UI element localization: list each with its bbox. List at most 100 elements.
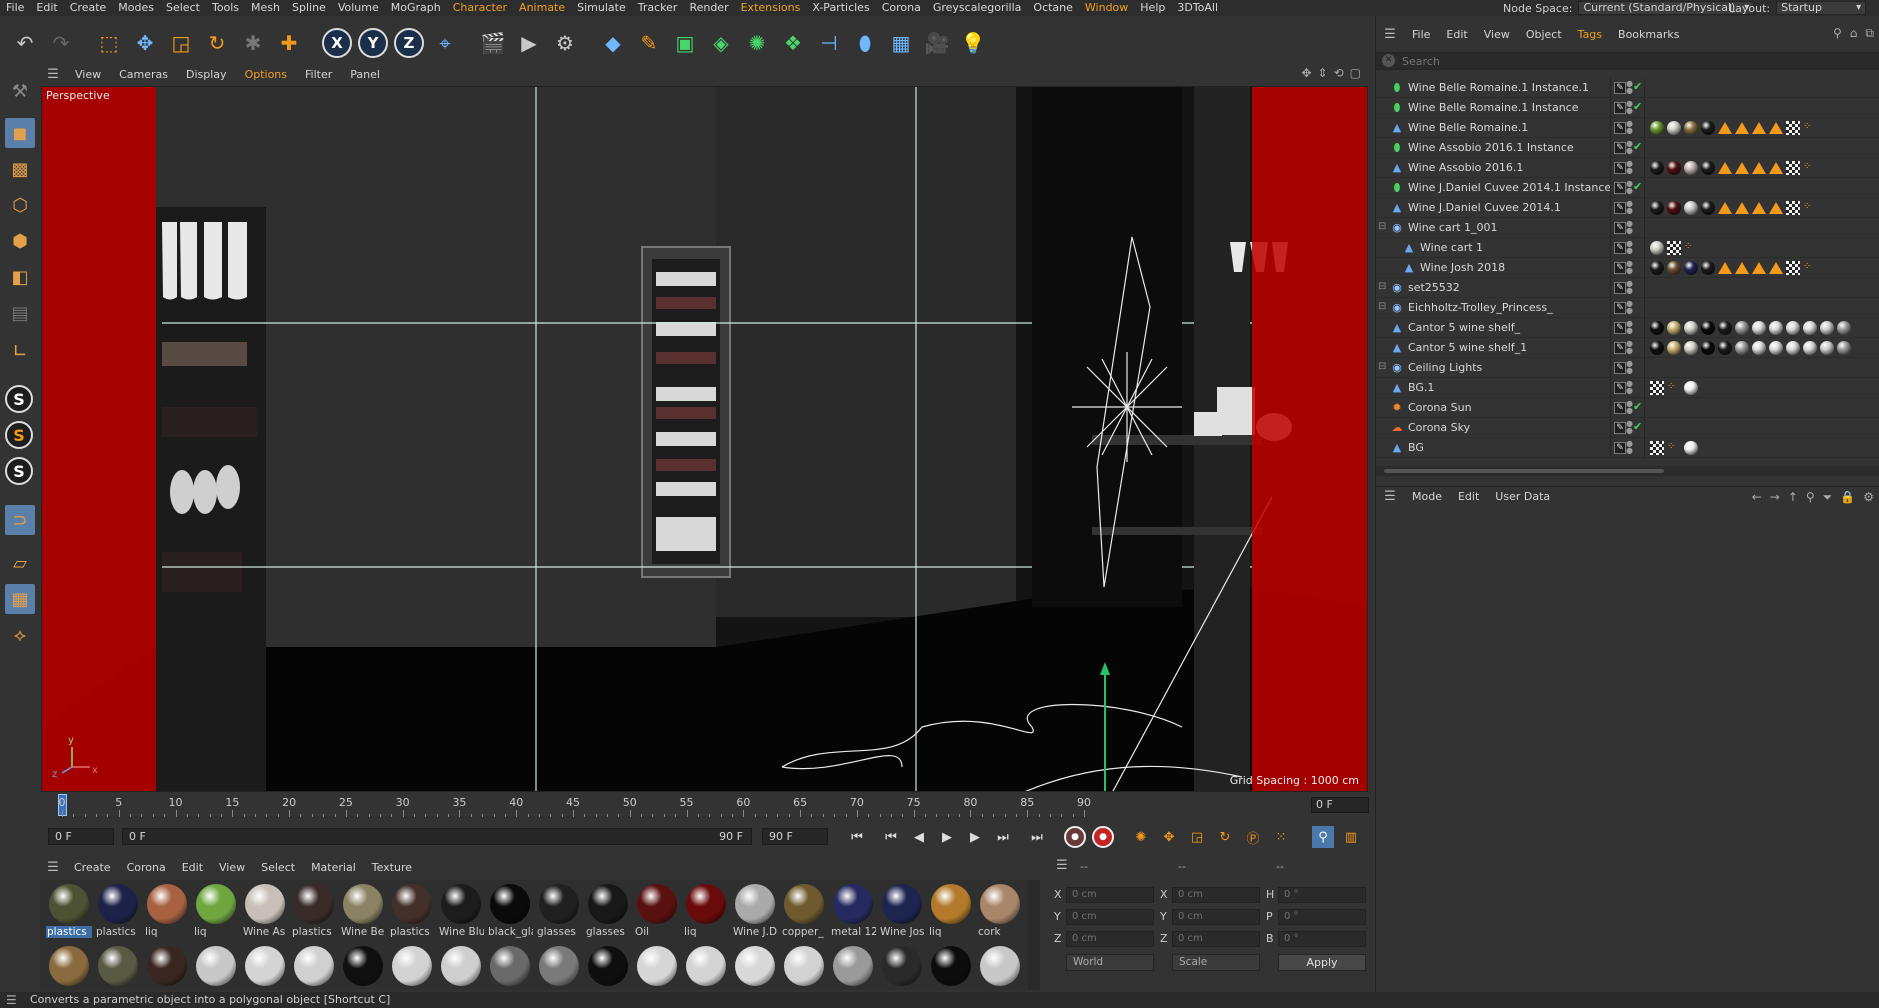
material-scrollbar[interactable] [1028, 880, 1040, 990]
grid-icon[interactable]: ▦ [5, 584, 35, 614]
menu-mesh[interactable]: Mesh [245, 0, 286, 16]
object-row[interactable]: ⊟ ◉ Eichholtz-Trolley_Princess_ ✎ ● ● [1376, 298, 1879, 318]
material-swatch[interactable]: metal 12 [830, 882, 876, 942]
record-icon[interactable]: ● [1064, 826, 1086, 848]
material-tag-icon[interactable] [1718, 341, 1732, 355]
visibility-dots-icon[interactable]: ● ● [1626, 300, 1633, 316]
enabled-check-icon[interactable]: ✔ [1633, 80, 1642, 93]
phong-tag-icon[interactable] [1718, 262, 1732, 274]
goto-end-icon[interactable]: ⏭ [1026, 826, 1048, 848]
editable-toggle-icon[interactable]: ✎ [1614, 302, 1626, 314]
goto-start-icon[interactable]: ⏮ [846, 826, 868, 848]
rot-b-field[interactable]: 0 ° [1278, 931, 1366, 947]
visibility-dots-icon[interactable]: ● ● [1626, 440, 1633, 456]
visibility-dots-icon[interactable]: ● ● [1626, 280, 1633, 296]
prev-key-icon[interactable]: ⏮ [880, 826, 902, 848]
material-tag-icon[interactable] [1684, 341, 1698, 355]
spline-mask-icon[interactable]: ⬮ [850, 28, 880, 58]
object-name[interactable]: Wine Belle Romaine.1 Instance [1408, 101, 1579, 114]
material-tag-icon[interactable] [1650, 201, 1664, 215]
expand-collapse-icon[interactable]: ⊟ [1378, 301, 1386, 312]
coordinates-menu-icon[interactable]: ☰ [1056, 858, 1068, 873]
editable-toggle-icon[interactable]: ✎ [1614, 162, 1626, 174]
world-select[interactable]: World [1066, 954, 1154, 971]
visibility-dots-icon[interactable]: ● ● [1626, 240, 1633, 256]
material-tag-icon[interactable] [1667, 341, 1681, 355]
phong-tag-icon[interactable] [1718, 202, 1732, 214]
editable-toggle-icon[interactable]: ✎ [1614, 442, 1626, 454]
object-name[interactable]: set25532 [1408, 281, 1460, 294]
enabled-check-icon[interactable]: ✔ [1633, 100, 1642, 113]
pos-z-field[interactable]: 0 cm [1066, 931, 1154, 947]
phong-tag-icon[interactable] [1735, 262, 1749, 274]
object-row[interactable]: ⬮ Wine J.Daniel Cuvee 2014.1 Instance ✎ ● ● ✔ [1376, 178, 1879, 198]
material-tag-icon[interactable] [1786, 341, 1800, 355]
texture-tag-icon[interactable] [1667, 241, 1681, 255]
editable-toggle-icon[interactable]: ✎ [1614, 202, 1626, 214]
attribute-manager-menu-icon[interactable]: ☰ [1376, 489, 1404, 504]
settings-icon[interactable]: ⚙ [1863, 490, 1874, 505]
om-menu-view[interactable]: View [1476, 28, 1518, 41]
visibility-dots-icon[interactable]: ● ● [1626, 140, 1633, 156]
om-menu-object[interactable]: Object [1518, 28, 1570, 41]
material-tag-icon[interactable] [1650, 121, 1664, 135]
object-name[interactable]: Wine Josh 2018 [1420, 261, 1505, 274]
key-rotation-icon[interactable]: ↻ [1214, 826, 1236, 848]
am-menu-mode[interactable]: Mode [1404, 490, 1450, 503]
visibility-dots-icon[interactable]: ● ● [1626, 220, 1633, 236]
model-mode-icon[interactable]: ◼ [5, 118, 35, 148]
extrude-icon[interactable]: ◈ [706, 28, 736, 58]
object-row[interactable]: ⊟ ◉ Ceiling Lights ✎ ● ● [1376, 358, 1879, 378]
expand-collapse-icon[interactable]: ⊟ [1378, 361, 1386, 372]
editable-toggle-icon[interactable]: ✎ [1614, 262, 1626, 274]
material-swatch[interactable]: cork [977, 882, 1023, 942]
mat-menu-edit[interactable]: Edit [174, 861, 211, 874]
material-tag-icon[interactable] [1684, 321, 1698, 335]
size-y-field[interactable]: 0 cm [1172, 909, 1260, 925]
object-name[interactable]: Wine Belle Romaine.1 [1408, 121, 1528, 134]
material-tag-icon[interactable] [1684, 441, 1698, 455]
back-icon[interactable]: ← [1752, 490, 1762, 505]
vp-menu-options[interactable]: Options [236, 68, 296, 81]
visibility-dots-icon[interactable]: ● ● [1626, 120, 1633, 136]
recent-tool-icon[interactable]: ✱ [238, 28, 268, 58]
phong-tag-icon[interactable] [1752, 122, 1766, 134]
editable-toggle-icon[interactable]: ✎ [1614, 282, 1626, 294]
maximize-icon[interactable]: ▢ [1350, 66, 1361, 80]
render-region-icon[interactable]: 🎬 [478, 28, 508, 58]
live-selection-icon[interactable]: ⬚ [94, 28, 124, 58]
next-key-icon[interactable]: ⏭ [992, 826, 1014, 848]
rot-p-field[interactable]: 0 ° [1278, 909, 1366, 925]
material-tag-icon[interactable] [1667, 121, 1681, 135]
enabled-check-icon[interactable]: ✔ [1633, 420, 1642, 433]
material-tag-icon[interactable] [1752, 321, 1766, 335]
enabled-check-icon[interactable]: ✔ [1633, 400, 1642, 413]
phong-tag-icon[interactable] [1769, 202, 1783, 214]
selection-tag-icon[interactable]: ⁘ [1803, 121, 1817, 135]
editable-toggle-icon[interactable]: ✎ [1614, 82, 1626, 94]
object-row[interactable]: ▲ BG ✎ ● ● ⁘ [1376, 438, 1879, 458]
menu-simulate[interactable]: Simulate [571, 0, 632, 16]
material-tag-icon[interactable] [1735, 341, 1749, 355]
editable-toggle-icon[interactable]: ✎ [1614, 382, 1626, 394]
material-tag-icon[interactable] [1769, 321, 1783, 335]
mat-menu-select[interactable]: Select [253, 861, 303, 874]
selection-tag-icon[interactable]: ⁘ [1803, 261, 1817, 275]
material-tag-icon[interactable] [1650, 341, 1664, 355]
object-search-input[interactable] [1402, 54, 1872, 69]
play-icon[interactable]: ▶ [936, 826, 958, 848]
phong-tag-icon[interactable] [1718, 122, 1732, 134]
phong-tag-icon[interactable] [1752, 162, 1766, 174]
object-name[interactable]: Wine Assobio 2016.1 Instance [1408, 141, 1574, 154]
material-tag-icon[interactable] [1650, 161, 1664, 175]
current-frame-field[interactable]: 0 F [1311, 797, 1369, 813]
motion-record-icon[interactable]: ⚲ [1312, 826, 1334, 848]
phong-tag-icon[interactable] [1718, 162, 1732, 174]
up-icon[interactable]: ↑ [1788, 490, 1798, 505]
editable-toggle-icon[interactable]: ✎ [1614, 422, 1626, 434]
undo-icon[interactable]: ↶ [10, 28, 40, 58]
menu-3dtoall[interactable]: 3DToAll [1171, 0, 1224, 16]
axis-mode-icon[interactable]: ∟ [5, 336, 35, 366]
object-name[interactable]: Wine J.Daniel Cuvee 2014.1 [1408, 201, 1561, 214]
material-swatch[interactable]: Wine Blu [438, 882, 484, 942]
